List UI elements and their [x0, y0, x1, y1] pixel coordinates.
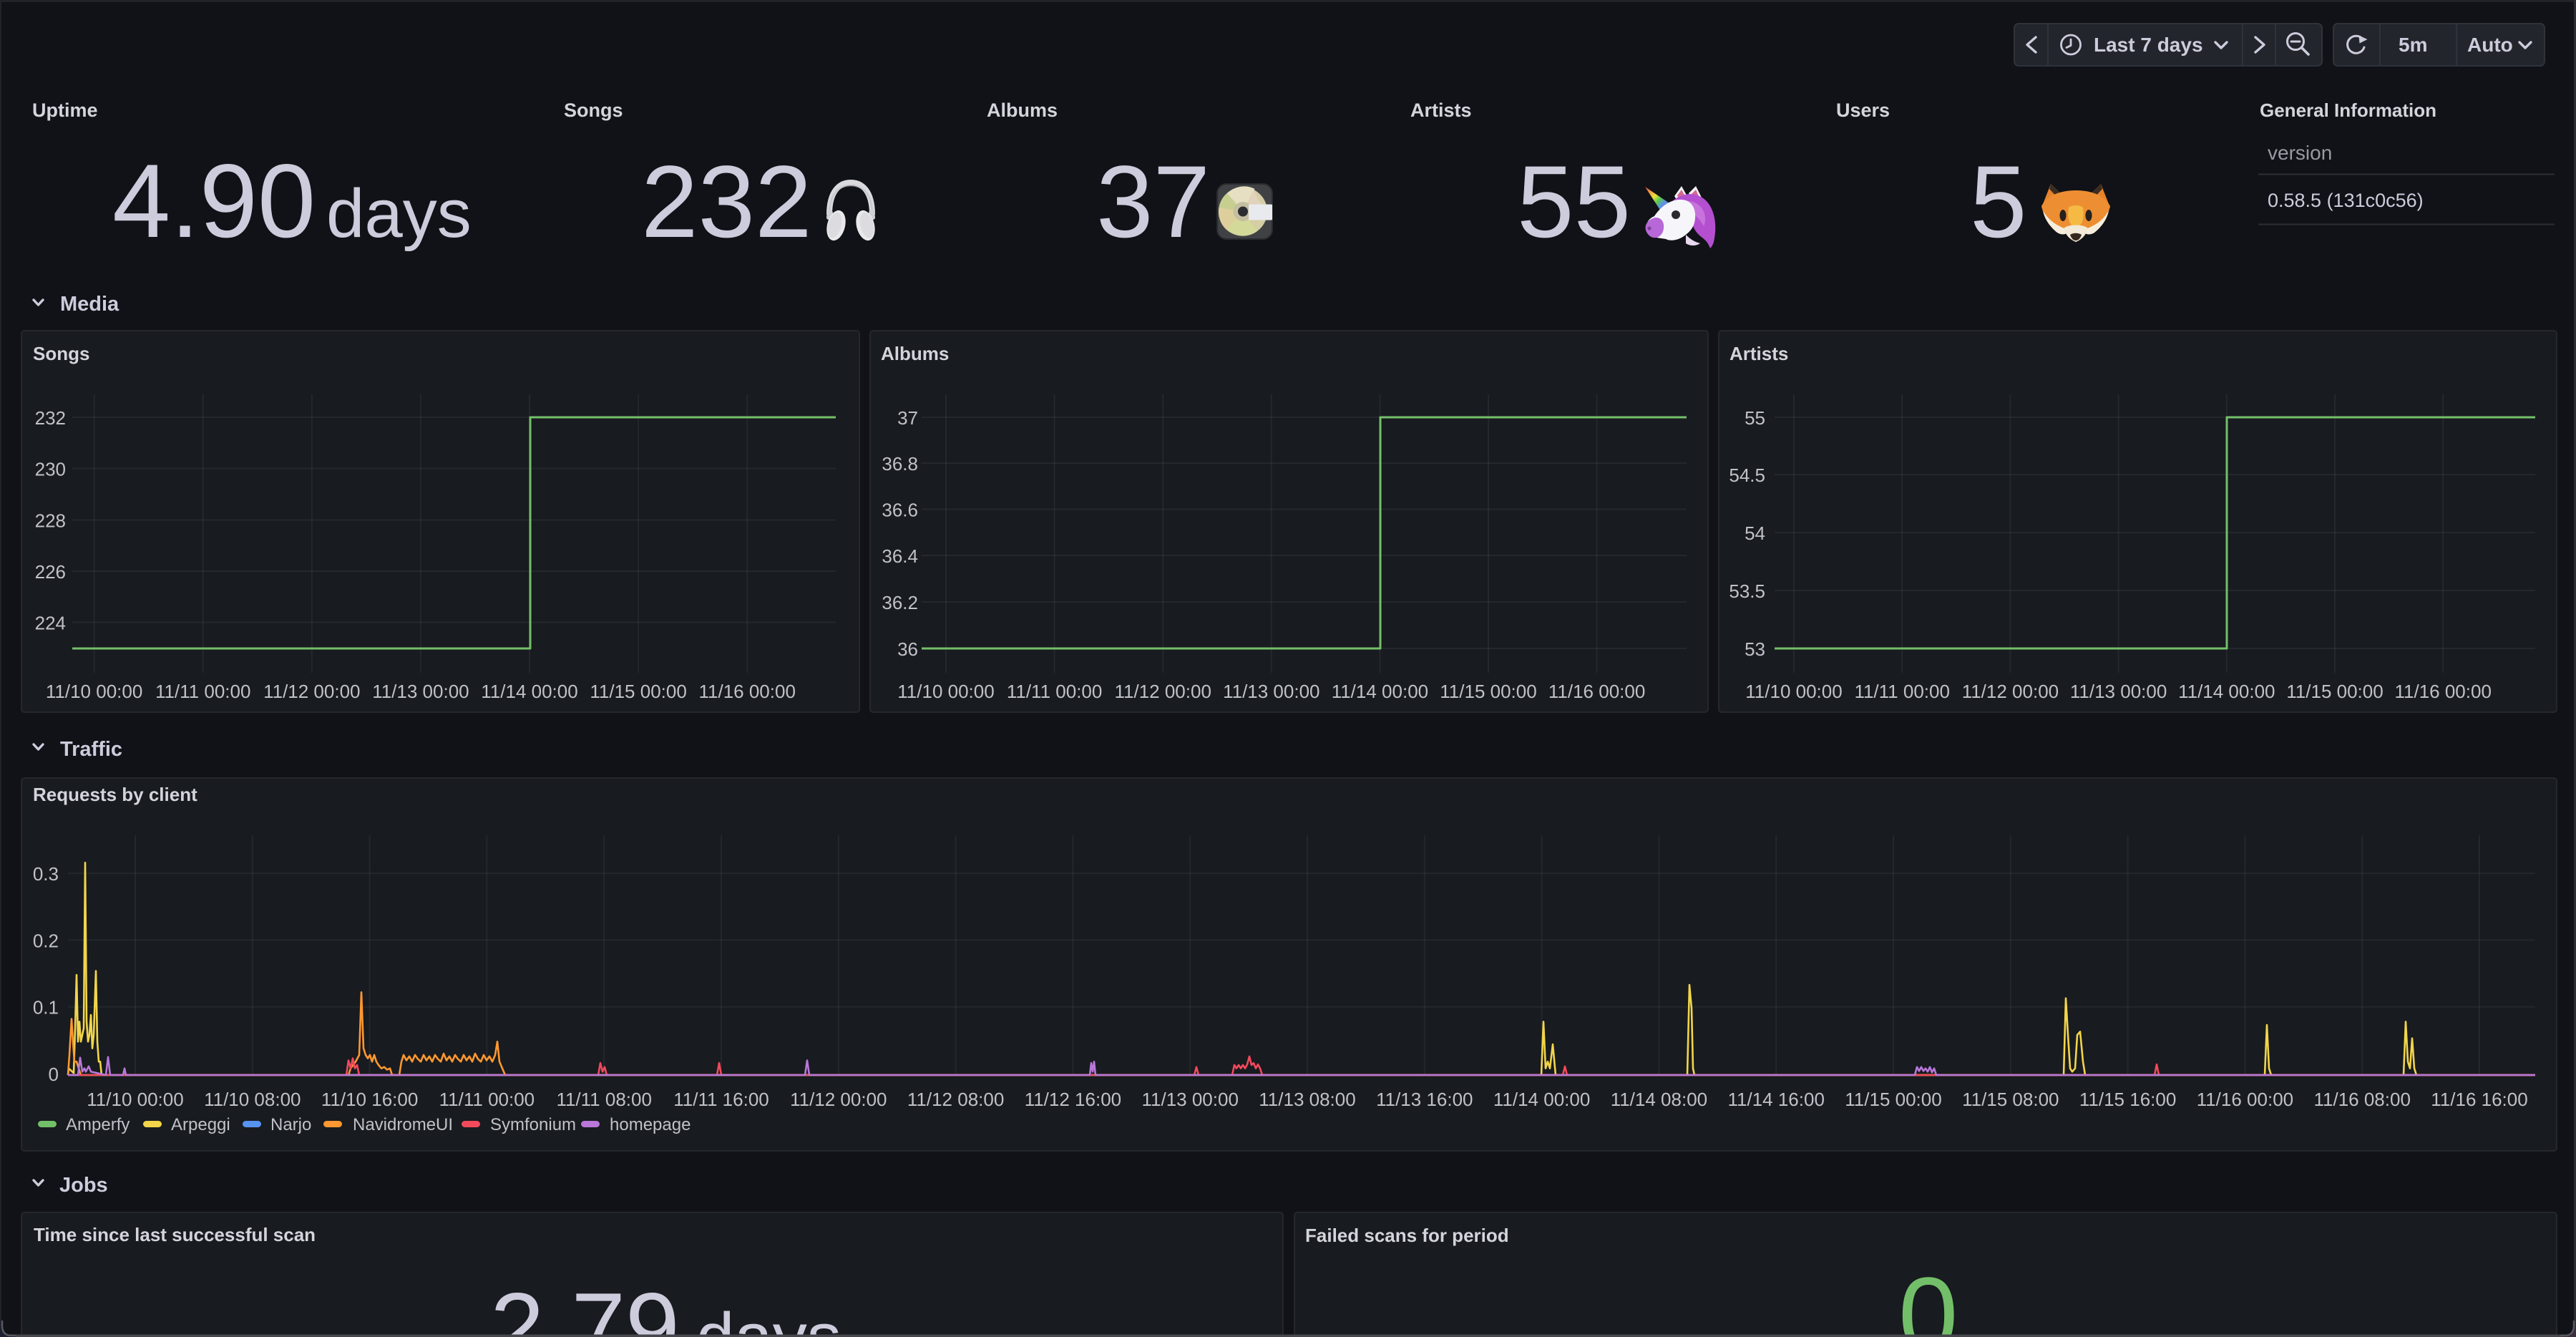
svg-text:11/11 00:00: 11/11 00:00: [1854, 681, 1950, 702]
svg-text:11/11 08:00: 11/11 08:00: [556, 1089, 652, 1110]
svg-text:11/12 00:00: 11/12 00:00: [1114, 681, 1211, 702]
svg-text:11/14 00:00: 11/14 00:00: [481, 681, 577, 702]
svg-text:Users: Users: [1836, 99, 1890, 121]
svg-text:36.8: 36.8: [882, 453, 918, 475]
svg-text:5: 5: [1970, 145, 2027, 259]
svg-text:54: 54: [1745, 522, 1765, 544]
svg-text:11/10 00:00: 11/10 00:00: [46, 681, 142, 702]
svg-text:11/15 00:00: 11/15 00:00: [1440, 681, 1536, 702]
svg-text:230: 230: [35, 459, 66, 480]
svg-text:228: 228: [35, 510, 66, 532]
svg-text:11/13 00:00: 11/13 00:00: [1223, 681, 1319, 702]
svg-text:11/15 16:00: 11/15 16:00: [2079, 1089, 2176, 1110]
svg-text:Amperfy: Amperfy: [66, 1115, 130, 1134]
svg-text:Failed scans for period: Failed scans for period: [1305, 1225, 1509, 1246]
svg-text:36.6: 36.6: [882, 500, 918, 521]
svg-text:224: 224: [35, 613, 66, 634]
svg-text:11/11 00:00: 11/11 00:00: [1007, 681, 1103, 702]
svg-text:2.79: 2.79: [490, 1273, 680, 1337]
svg-text:11/12 00:00: 11/12 00:00: [1962, 681, 2059, 702]
svg-text:Narjo: Narjo: [270, 1115, 311, 1134]
svg-text:Symfonium: Symfonium: [490, 1115, 576, 1134]
svg-text:11/10 08:00: 11/10 08:00: [204, 1089, 301, 1110]
svg-text:11/12 00:00: 11/12 00:00: [263, 681, 360, 702]
svg-text:Arpeggi: Arpeggi: [171, 1115, 230, 1134]
svg-text:11/16 00:00: 11/16 00:00: [2394, 681, 2491, 702]
svg-text:11/13 00:00: 11/13 00:00: [372, 681, 469, 702]
svg-text:Songs: Songs: [564, 99, 623, 121]
svg-text:0.1: 0.1: [33, 997, 59, 1018]
svg-text:11/12 08:00: 11/12 08:00: [907, 1089, 1004, 1110]
svg-text:11/10 00:00: 11/10 00:00: [1745, 681, 1842, 702]
svg-text:Requests by client: Requests by client: [33, 784, 197, 805]
svg-text:53.5: 53.5: [1729, 580, 1765, 602]
svg-text:36: 36: [897, 638, 918, 660]
svg-text:11/13 00:00: 11/13 00:00: [2070, 681, 2167, 702]
svg-text:11/15 00:00: 11/15 00:00: [590, 681, 686, 702]
svg-text:11/13 00:00: 11/13 00:00: [1141, 1089, 1238, 1110]
svg-text:version: version: [2268, 142, 2332, 164]
svg-text:11/14 08:00: 11/14 08:00: [1611, 1089, 1707, 1110]
svg-text:Media: Media: [60, 293, 119, 316]
svg-text:Jobs: Jobs: [59, 1174, 108, 1197]
svg-text:Traffic: Traffic: [60, 738, 122, 761]
svg-text:36.2: 36.2: [882, 592, 918, 613]
svg-text:Albums: Albums: [881, 343, 949, 364]
svg-text:5m: 5m: [2399, 34, 2427, 56]
svg-text:0: 0: [49, 1064, 59, 1085]
svg-text:Uptime: Uptime: [32, 99, 98, 121]
svg-text:0.58.5 (131c0c56): 0.58.5 (131c0c56): [2268, 190, 2424, 211]
svg-text:37: 37: [1096, 145, 1210, 259]
svg-text:11/14 00:00: 11/14 00:00: [2178, 681, 2275, 702]
svg-text:11/11 00:00: 11/11 00:00: [439, 1089, 535, 1110]
svg-text:53: 53: [1745, 638, 1765, 660]
svg-text:11/10 16:00: 11/10 16:00: [321, 1089, 418, 1110]
svg-text:11/15 00:00: 11/15 00:00: [2286, 681, 2383, 702]
svg-text:11/11 00:00: 11/11 00:00: [155, 681, 251, 702]
svg-text:0.3: 0.3: [33, 863, 59, 885]
svg-text:days: days: [326, 175, 472, 252]
svg-text:11/16 00:00: 11/16 00:00: [1548, 681, 1645, 702]
svg-text:11/12 00:00: 11/12 00:00: [790, 1089, 887, 1110]
svg-text:11/16 08:00: 11/16 08:00: [2313, 1089, 2410, 1110]
svg-text:0.2: 0.2: [33, 930, 59, 951]
svg-text:55: 55: [1517, 145, 1631, 259]
svg-text:11/16 00:00: 11/16 00:00: [2197, 1089, 2293, 1110]
svg-text:NavidromeUI: NavidromeUI: [353, 1115, 453, 1134]
svg-text:11/15 08:00: 11/15 08:00: [1962, 1089, 2059, 1110]
svg-text:11/10 00:00: 11/10 00:00: [897, 681, 994, 702]
svg-text:11/16 00:00: 11/16 00:00: [698, 681, 795, 702]
svg-text:11/14 16:00: 11/14 16:00: [1727, 1089, 1824, 1110]
svg-text:226: 226: [35, 561, 66, 583]
svg-text:Artists: Artists: [1410, 99, 1472, 121]
svg-text:0: 0: [1898, 1255, 1958, 1337]
svg-text:Last 7 days: Last 7 days: [2094, 34, 2203, 56]
svg-text:11/14 00:00: 11/14 00:00: [1493, 1089, 1590, 1110]
svg-text:11/11 16:00: 11/11 16:00: [673, 1089, 769, 1110]
svg-text:232: 232: [641, 145, 812, 259]
svg-text:11/14 00:00: 11/14 00:00: [1332, 681, 1428, 702]
svg-text:37: 37: [897, 407, 918, 429]
svg-text:11/15 00:00: 11/15 00:00: [1845, 1089, 1941, 1110]
svg-text:11/12 16:00: 11/12 16:00: [1025, 1089, 1121, 1110]
svg-text:232: 232: [35, 407, 66, 429]
svg-text:54.5: 54.5: [1729, 465, 1765, 486]
svg-text:36.4: 36.4: [882, 545, 918, 567]
svg-text:Songs: Songs: [33, 343, 89, 364]
svg-text:General Information: General Information: [2260, 99, 2436, 121]
svg-text:Auto: Auto: [2467, 34, 2513, 56]
svg-text:Artists: Artists: [1729, 343, 1788, 364]
svg-text:11/10 00:00: 11/10 00:00: [87, 1089, 183, 1110]
svg-text:4.90: 4.90: [112, 142, 316, 259]
svg-text:11/16 16:00: 11/16 16:00: [2431, 1089, 2527, 1110]
svg-text:homepage: homepage: [610, 1115, 691, 1134]
svg-text:11/13 16:00: 11/13 16:00: [1376, 1089, 1473, 1110]
svg-text:Time since last successful sca: Time since last successful scan: [34, 1224, 316, 1245]
svg-text:55: 55: [1745, 407, 1765, 429]
svg-text:days: days: [696, 1299, 841, 1337]
svg-text:Albums: Albums: [987, 99, 1058, 121]
svg-text:11/13 08:00: 11/13 08:00: [1259, 1089, 1355, 1110]
